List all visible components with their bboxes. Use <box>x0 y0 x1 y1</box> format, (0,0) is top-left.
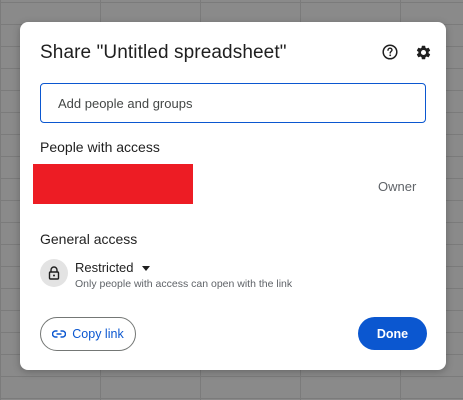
help-circle-icon <box>382 44 398 60</box>
general-access-dropdown[interactable]: Restricted <box>75 260 150 275</box>
link-icon <box>52 330 67 338</box>
gear-icon <box>416 45 430 59</box>
add-people-input[interactable]: Add people and groups <box>40 83 426 123</box>
help-button[interactable] <box>380 42 400 62</box>
done-button[interactable]: Done <box>358 317 427 350</box>
share-dialog: Share "Untitled spreadsheet" Add people … <box>20 22 446 370</box>
dialog-title: Share "Untitled spreadsheet" <box>40 42 287 63</box>
settings-button[interactable] <box>413 42 433 62</box>
general-access-heading: General access <box>40 231 138 247</box>
redacted-user-block <box>33 164 193 204</box>
owner-role-label: Owner <box>378 179 417 194</box>
access-icon-badge <box>40 259 68 287</box>
general-access-level: Restricted <box>75 260 134 275</box>
general-access-description: Only people with access can open with th… <box>75 278 293 290</box>
dropdown-caret-icon <box>141 265 150 271</box>
people-with-access-heading: People with access <box>40 139 160 155</box>
lock-icon <box>48 266 60 280</box>
copy-link-button[interactable]: Copy link <box>40 317 136 351</box>
add-people-placeholder: Add people and groups <box>58 95 193 111</box>
copy-link-label: Copy link <box>72 327 124 341</box>
